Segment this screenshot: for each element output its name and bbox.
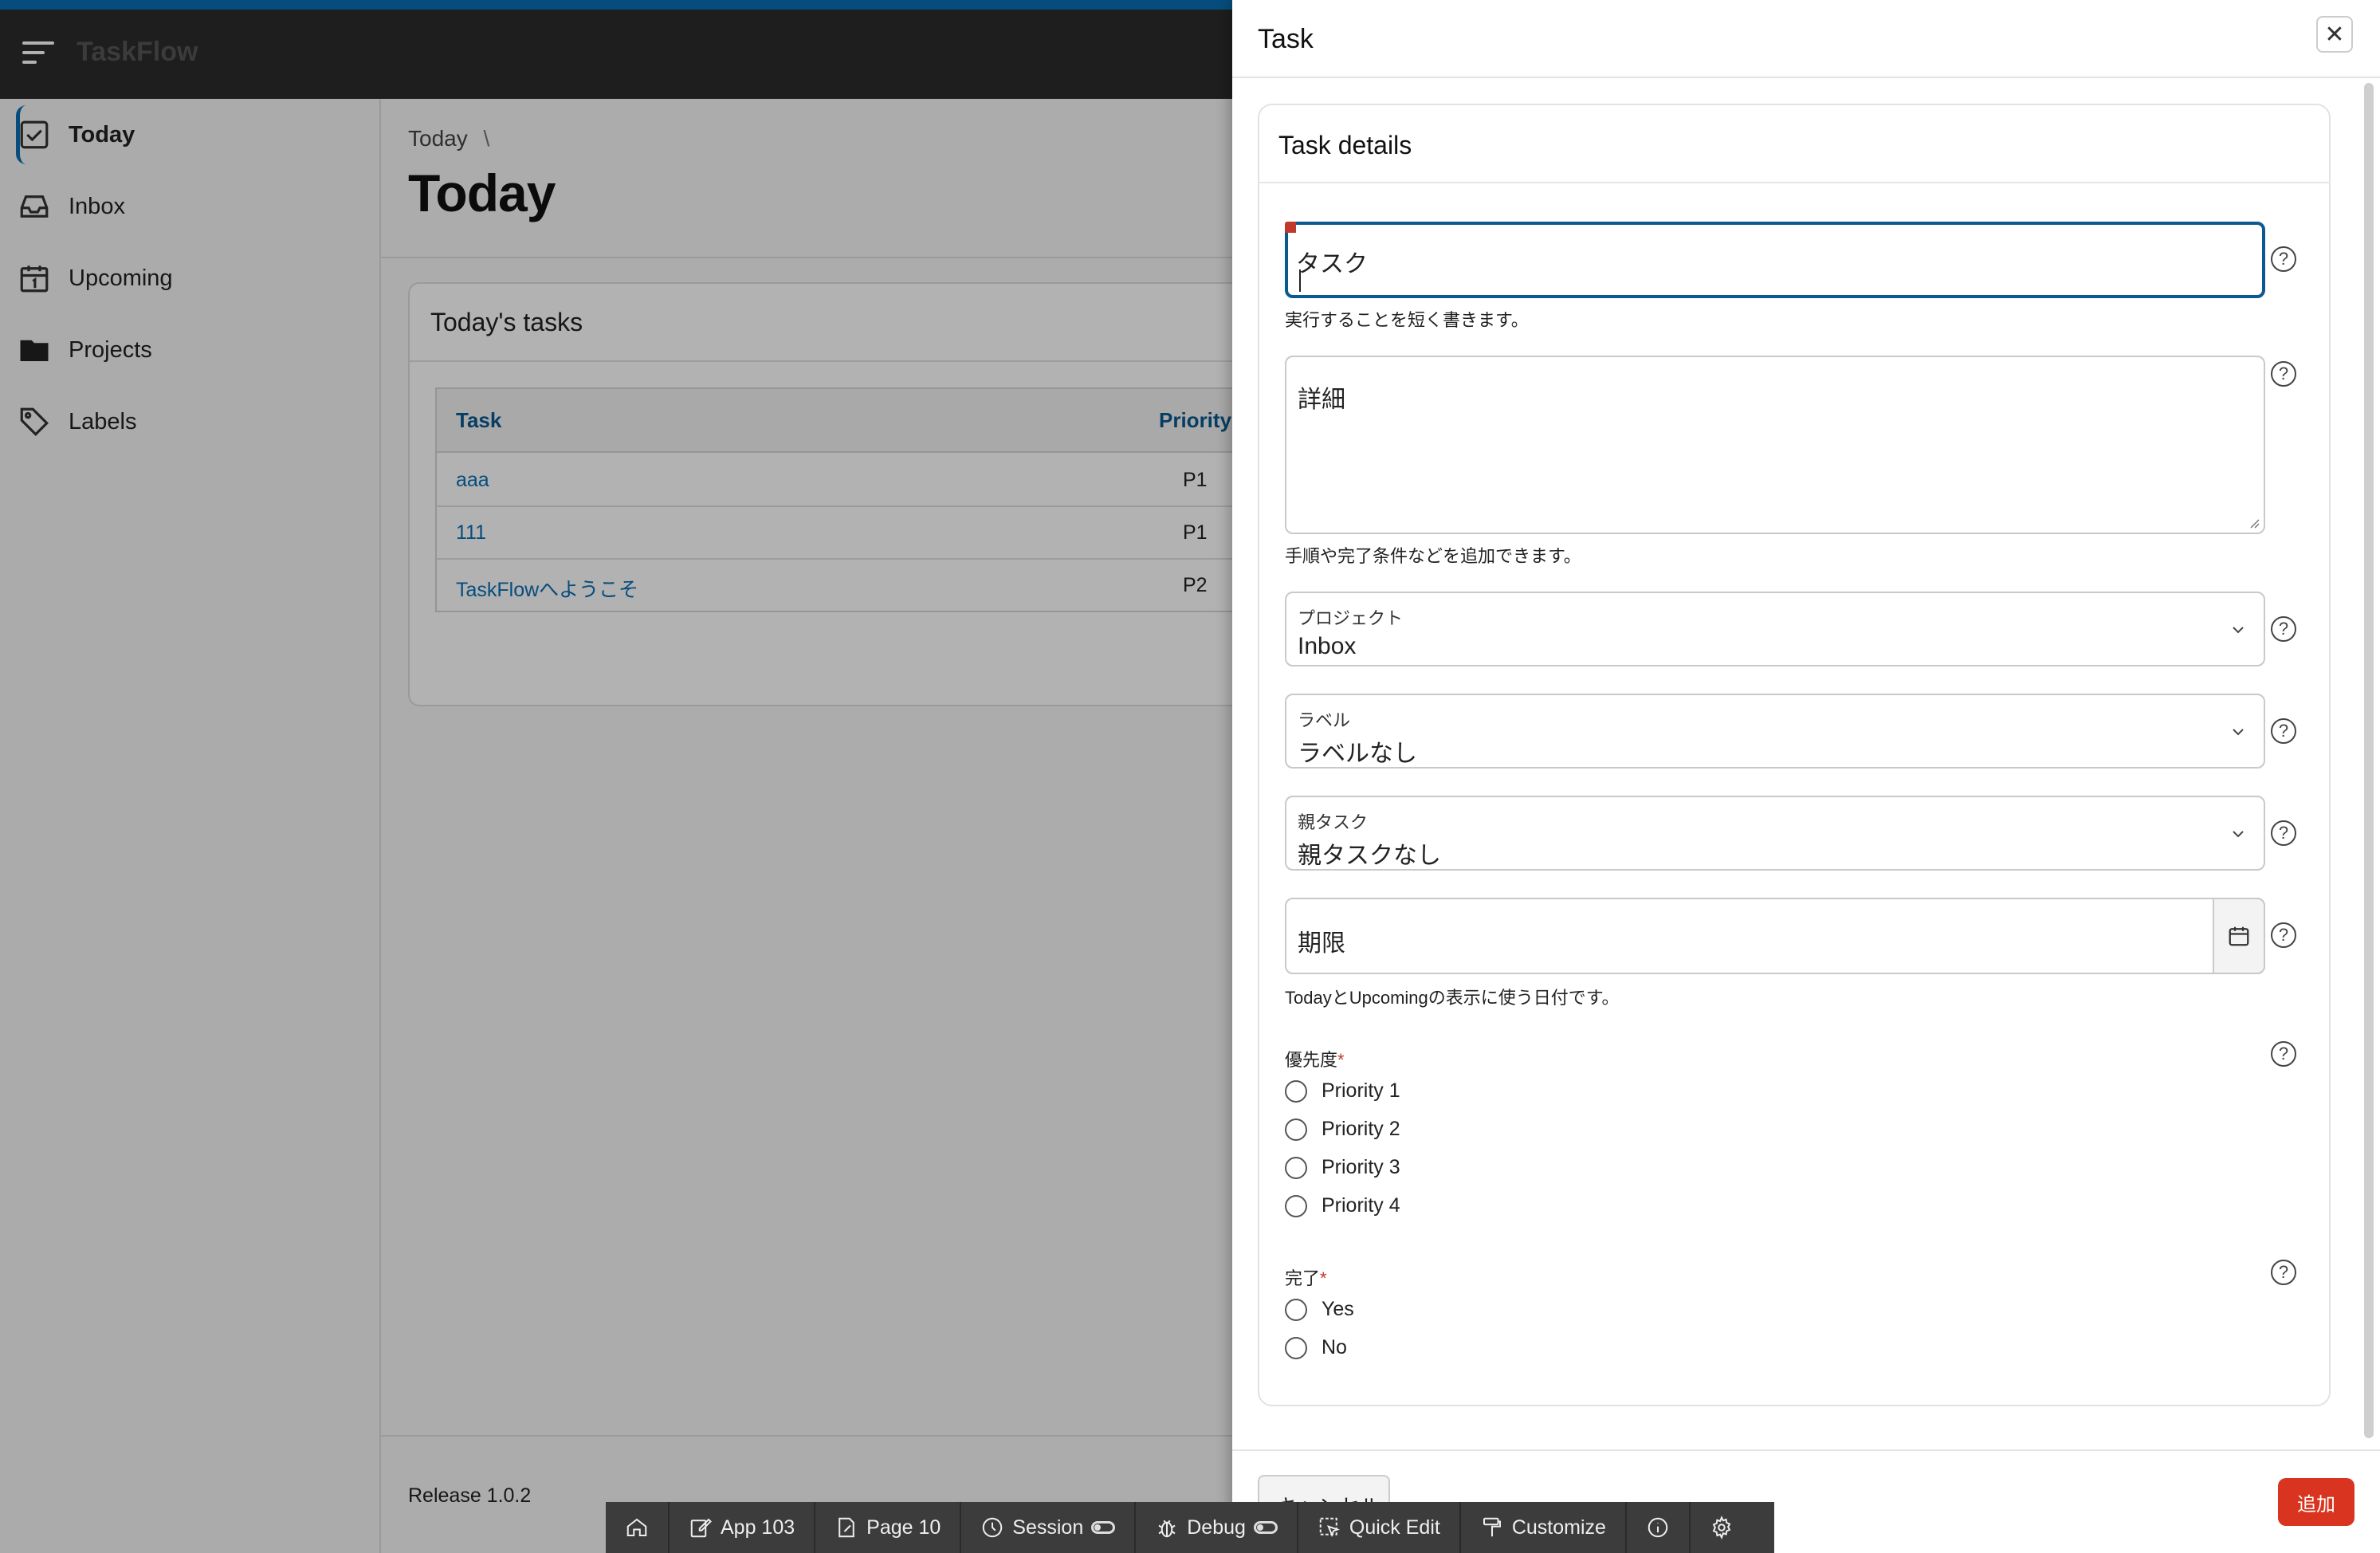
label-select[interactable]: ラベル ラベルなし	[1285, 694, 2265, 769]
region-title: Task details	[1278, 131, 1412, 159]
chevron-down-icon	[2233, 627, 2244, 634]
radio-button[interactable]	[1285, 1336, 1307, 1359]
radio-label: Priority 3	[1322, 1156, 1400, 1178]
help-icon[interactable]: ?	[2271, 1260, 2296, 1285]
session-button-label: Session	[1012, 1516, 1084, 1539]
page-button[interactable]: Page 10	[815, 1502, 962, 1553]
bug-icon	[1158, 1520, 1176, 1538]
home-icon	[626, 1518, 647, 1536]
divider	[1259, 182, 2331, 183]
help-icon[interactable]: ?	[2271, 820, 2296, 846]
help-icon[interactable]: ?	[2271, 1041, 2296, 1067]
debug-button-label: Debug	[1187, 1516, 1246, 1539]
scrollbar[interactable]	[2364, 83, 2374, 1438]
info-icon	[1648, 1517, 1668, 1538]
help-icon[interactable]: ?	[2271, 718, 2296, 744]
modal-overlay[interactable]	[0, 0, 1232, 1553]
resize-handle-icon[interactable]	[2248, 517, 2260, 529]
required-indicator	[1285, 222, 1296, 233]
help-icon[interactable]: ?	[2271, 616, 2296, 642]
done-option[interactable]: No	[1285, 1336, 1347, 1359]
radio-label: Yes	[1322, 1298, 1354, 1320]
details-hint: 手順や完了条件などを追加できます。	[1285, 546, 1581, 566]
close-button[interactable]: ✕	[2316, 16, 2353, 53]
task-hint: 実行することを短く書きます。	[1285, 310, 1529, 330]
chevron-down-icon	[2233, 831, 2244, 838]
radio-button[interactable]	[1285, 1298, 1307, 1321]
cursor-select-icon	[1319, 1517, 1340, 1538]
home-button[interactable]	[606, 1502, 670, 1553]
priority-option[interactable]: Priority 2	[1285, 1118, 1400, 1141]
due-date-value: 期限	[1298, 930, 1345, 957]
priority-label-text: 優先度	[1285, 1050, 1338, 1070]
settings-button[interactable]	[1691, 1502, 1753, 1553]
due-date-hint: TodayとUpcomingの表示に使う日付です。	[1285, 988, 1620, 1008]
radio-label: Priority 4	[1322, 1194, 1400, 1217]
customize-label: Customize	[1511, 1516, 1606, 1539]
priority-option[interactable]: Priority 3	[1285, 1156, 1400, 1179]
edit-icon	[690, 1518, 712, 1538]
label-select-value: ラベルなし	[1298, 741, 1417, 767]
info-button[interactable]	[1627, 1502, 1691, 1553]
label-select-label: ラベル	[1298, 710, 1351, 730]
clock-icon	[983, 1517, 1003, 1538]
required-asterisk: *	[1320, 1268, 1327, 1288]
details-value: 詳細	[1298, 387, 1345, 413]
divider	[1232, 77, 2380, 78]
done-option[interactable]: Yes	[1285, 1298, 1354, 1321]
divider	[1232, 1449, 2380, 1451]
quick-edit-button[interactable]: Quick Edit	[1298, 1502, 1461, 1553]
date-picker-button[interactable]	[2213, 898, 2265, 974]
radio-label: Priority 2	[1322, 1118, 1400, 1140]
priority-label: 優先度*	[1285, 1046, 1345, 1071]
project-select-label: プロジェクト	[1298, 608, 1404, 628]
details-textarea[interactable]: 詳細	[1285, 356, 2265, 534]
page-edit-icon	[838, 1517, 854, 1538]
app-button[interactable]: App 103	[670, 1502, 816, 1553]
gear-icon	[1712, 1516, 1731, 1539]
radio-label: No	[1322, 1336, 1347, 1358]
customize-button[interactable]: Customize	[1461, 1502, 1627, 1553]
required-asterisk: *	[1337, 1050, 1345, 1070]
due-date-input[interactable]: 期限	[1285, 898, 2265, 974]
app-button-label: App 103	[721, 1516, 795, 1539]
radio-button[interactable]	[1285, 1156, 1307, 1179]
help-icon[interactable]: ?	[2271, 922, 2296, 948]
radio-button[interactable]	[1285, 1079, 1307, 1103]
paint-roller-icon	[1483, 1517, 1501, 1537]
quick-edit-label: Quick Edit	[1349, 1516, 1440, 1539]
radio-button[interactable]	[1285, 1194, 1307, 1217]
debug-button[interactable]: Debug	[1136, 1502, 1298, 1553]
radio-button[interactable]	[1285, 1118, 1307, 1141]
radio-label: Priority 1	[1322, 1079, 1400, 1102]
parent-task-select-label: 親タスク	[1298, 812, 1369, 832]
task-input[interactable]: タスク	[1285, 222, 2265, 298]
close-icon: ✕	[2324, 21, 2345, 48]
session-button[interactable]: Session	[961, 1502, 1137, 1553]
calendar-icon	[2229, 926, 2249, 946]
text-cursor	[1299, 269, 1301, 292]
parent-task-select-value: 親タスクなし	[1298, 843, 1441, 869]
done-label: 完了*	[1285, 1264, 1327, 1290]
project-select-value: Inbox	[1298, 633, 1357, 659]
add-button[interactable]: 追加	[2278, 1478, 2354, 1526]
page-button-label: Page 10	[866, 1516, 941, 1539]
help-icon[interactable]: ?	[2271, 361, 2296, 387]
project-select[interactable]: プロジェクト Inbox	[1285, 592, 2265, 666]
priority-option[interactable]: Priority 1	[1285, 1079, 1400, 1103]
help-icon[interactable]: ?	[2271, 246, 2296, 272]
debug-toggle-icon	[1253, 1521, 1278, 1534]
done-label-text: 完了	[1285, 1268, 1321, 1288]
drawer-title: Task	[1258, 24, 1314, 54]
chevron-down-icon	[2233, 729, 2244, 736]
session-toggle-icon	[1091, 1521, 1116, 1534]
priority-option[interactable]: Priority 4	[1285, 1194, 1400, 1217]
parent-task-select[interactable]: 親タスク 親タスクなし	[1285, 796, 2265, 871]
task-input-value: タスク	[1296, 251, 1368, 277]
developer-toolbar: App 103 Page 10 Session Debug Quick Edit…	[606, 1502, 1774, 1553]
